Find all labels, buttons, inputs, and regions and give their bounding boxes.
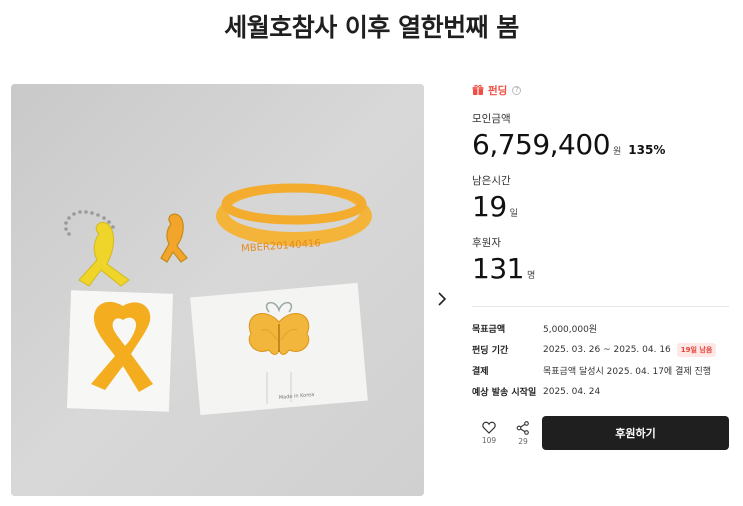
back-project-button[interactable]: 후원하기	[542, 416, 729, 450]
goal-value: 5,000,000원	[543, 325, 598, 335]
chevron-right-icon	[438, 292, 447, 306]
funding-tag-label: 펀딩	[488, 84, 508, 97]
like-button[interactable]: 109	[472, 421, 506, 445]
period-value: 2025. 03. 26 ~ 2025. 04. 16	[543, 344, 671, 355]
raised-amount-row: 6,759,400 원 135%	[472, 128, 729, 162]
ship-row: 예상 발송 시작일 2025. 04. 24	[472, 381, 729, 402]
action-bar: 109 29 후원하기	[472, 416, 729, 450]
ship-key: 예상 발송 시작일	[472, 388, 537, 398]
divider	[472, 306, 729, 307]
funding-details: 목표금액 5,000,000원 펀딩 기간 2025. 03. 26 ~ 202…	[472, 318, 729, 402]
period-row: 펀딩 기간 2025. 03. 26 ~ 2025. 04. 16 19일 남음	[472, 339, 729, 360]
time-left-unit: 일	[509, 209, 518, 219]
period-key: 펀딩 기간	[472, 346, 509, 356]
raised-label: 모인금액	[472, 113, 511, 125]
info-icon[interactable]: ?	[512, 85, 522, 95]
raised-amount: 6,759,400	[472, 128, 611, 161]
heart-icon	[482, 421, 496, 434]
period-value-wrap: 2025. 03. 26 ~ 2025. 04. 16 19일 남음	[543, 342, 717, 357]
backers-value: 131	[472, 252, 524, 285]
ribbon-sticker	[66, 290, 174, 412]
backers-row: 131 명	[472, 252, 729, 286]
gift-icon	[472, 84, 484, 95]
backers-unit: 명	[526, 271, 536, 281]
product-photo-image: MBER20140416 Made in Korea	[11, 84, 424, 496]
payment-key: 결제	[472, 367, 489, 377]
goal-row: 목표금액 5,000,000원	[472, 318, 729, 339]
time-left-value: 19	[472, 190, 507, 223]
share-icon	[516, 420, 529, 435]
time-left-row: 19 일	[472, 190, 729, 224]
time-left-label: 남은시간	[472, 175, 511, 187]
payment-value: 목표금액 달성시 2025. 04. 17에 결제 진행	[543, 367, 712, 377]
payment-row: 결제 목표금액 달성시 2025. 04. 17에 결제 진행	[472, 360, 729, 381]
page-title: 세월호참사 이후 열한번째 봄	[224, 13, 519, 42]
share-button[interactable]: 29	[506, 420, 540, 446]
funding-summary: 펀딩 ? 모인금액 6,759,400 원 135% 남은시간 19 일 후원자…	[472, 80, 729, 286]
like-count: 109	[481, 436, 497, 445]
days-left-badge: 19일 남음	[676, 342, 717, 357]
raised-unit: 원	[613, 147, 622, 157]
product-photo: MBER20140416 Made in Korea	[11, 84, 424, 496]
funding-tag: 펀딩 ?	[472, 80, 729, 100]
next-image-button[interactable]	[433, 288, 451, 310]
raised-percent: 135%	[628, 143, 666, 157]
ship-value: 2025. 04. 24	[543, 386, 601, 397]
backers-label: 후원자	[472, 237, 501, 249]
share-count: 29	[518, 436, 528, 446]
silicone-wristband	[216, 183, 372, 246]
goal-key: 목표금액	[472, 325, 506, 335]
